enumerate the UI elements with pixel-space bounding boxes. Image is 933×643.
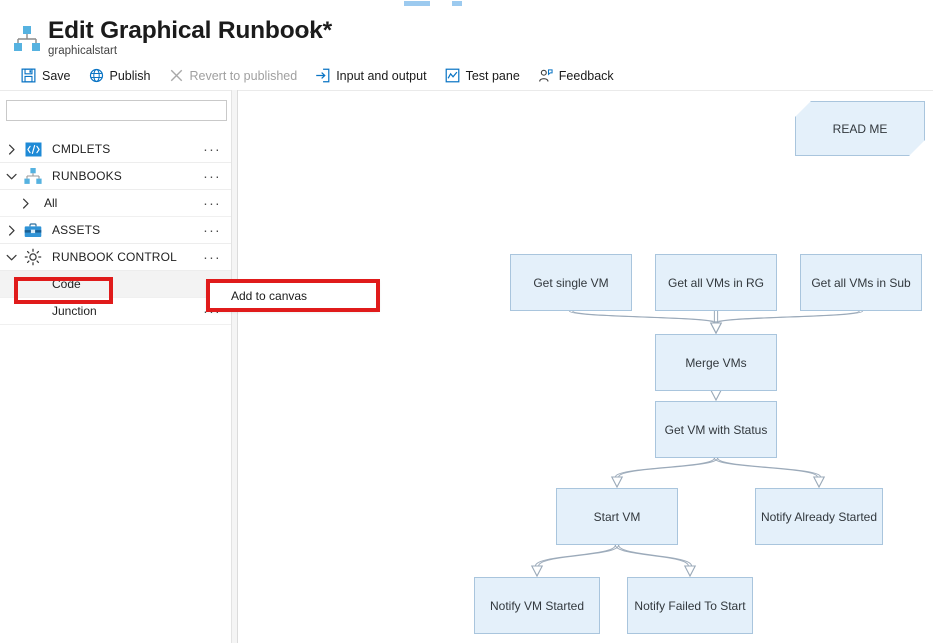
tree-item-assets[interactable]: ASSETS ··· (0, 217, 231, 244)
canvas-node-readme[interactable]: READ ME (795, 101, 925, 156)
page-subtitle: graphicalstart (48, 45, 118, 57)
page-title: Edit Graphical Runbook* (48, 17, 332, 44)
runbook-canvas[interactable]: READ ME Get single VM Get all VMs in RG Get… (238, 90, 933, 643)
header-more-menu[interactable]: ··· (296, 24, 315, 39)
canvas-node-get-all-vms-sub[interactable]: Get all VMs in Sub (800, 254, 922, 311)
canvas-node-label: READ ME (832, 121, 888, 136)
canvas-node-label: Get single VM (533, 275, 609, 290)
tree-item-runbook-control[interactable]: RUNBOOK CONTROL ··· (0, 244, 231, 271)
canvas-node-notify-failed[interactable]: Notify Failed To Start (627, 577, 753, 634)
canvas-node-get-vm-with-status[interactable]: Get VM with Status (655, 401, 777, 458)
canvas-node-label: Notify VM Started (489, 598, 585, 613)
code-brackets-icon (22, 142, 44, 157)
tree-item-more-menu[interactable]: ··· (203, 196, 221, 210)
command-save-button[interactable]: Save (12, 62, 80, 89)
canvas-node-merge-vms[interactable]: Merge VMs (655, 334, 777, 391)
command-button-label: Test pane (465, 68, 520, 83)
chevron-right-icon[interactable] (0, 144, 22, 155)
canvas-node-notify-already[interactable]: Notify Already Started (755, 488, 883, 545)
chevron-down-icon[interactable] (0, 252, 22, 263)
command-button-label: Feedback (558, 68, 614, 83)
tree-item-more-menu[interactable]: ··· (203, 223, 221, 237)
library-tree: CMDLETS ··· RUNBOOKS ··· All ··· ASSETS … (0, 136, 231, 325)
chevron-right-icon[interactable] (14, 198, 36, 209)
hierarchy-icon (22, 168, 44, 184)
tree-item-more-menu[interactable]: ··· (203, 250, 221, 264)
tree-item-junction[interactable]: Junction ··· (0, 298, 231, 325)
globe-icon (89, 68, 104, 83)
canvas-node-label: Get all VMs in RG (667, 275, 765, 290)
command-input-and-output-button[interactable]: Input and output (306, 62, 435, 89)
library-search-input[interactable] (6, 100, 227, 121)
command-bar: Save Publish Revert to published Input an… (0, 62, 933, 89)
command-button-label: Input and output (336, 68, 427, 83)
canvas-node-start-vm[interactable]: Start VM (556, 488, 678, 545)
cropped-top-chrome (0, 0, 933, 8)
canvas-node-label: Notify Failed To Start (634, 598, 746, 613)
tree-item-more-menu[interactable]: ··· (203, 169, 221, 183)
command-test-pane-button[interactable]: Test pane (436, 62, 529, 89)
input-output-icon (315, 68, 330, 83)
tree-item-label: All (44, 196, 58, 210)
tree-item-more-menu[interactable]: ··· (203, 142, 221, 156)
canvas-node-label: Get VM with Status (664, 422, 768, 437)
canvas-node-label: Merge VMs (685, 355, 747, 370)
canvas-node-notify-vm-started[interactable]: Notify VM Started (474, 577, 600, 634)
tree-item-all[interactable]: All ··· (0, 190, 231, 217)
canvas-node-label: Get all VMs in Sub (811, 275, 911, 290)
gear-icon (22, 248, 44, 266)
tree-item-runbooks[interactable]: RUNBOOKS ··· (0, 163, 231, 190)
context-menu[interactable]: Add to canvas (208, 281, 378, 310)
context-menu-item-add-to-canvas[interactable]: Add to canvas (209, 282, 377, 309)
command-button-label: Revert to published (189, 68, 298, 83)
tree-item-label: Code (52, 277, 81, 291)
command-button-label: Publish (109, 68, 151, 83)
canvas-node-get-single-vm[interactable]: Get single VM (510, 254, 632, 311)
canvas-node-label: Start VM (593, 509, 641, 524)
canvas-node-label: Notify Already Started (760, 509, 878, 524)
command-revert-to-published-button: Revert to published (160, 62, 307, 89)
chevron-right-icon[interactable] (0, 225, 22, 236)
command-publish-button[interactable]: Publish (80, 62, 160, 89)
feedback-person-icon (538, 68, 553, 83)
cropped-fragment (404, 1, 430, 6)
test-pane-icon (445, 68, 460, 83)
tree-item-cmdlets[interactable]: CMDLETS ··· (0, 136, 231, 163)
chevron-down-icon[interactable] (0, 171, 22, 182)
canvas-connectors (530, 310, 864, 578)
save-icon (21, 68, 36, 83)
tree-item-code[interactable]: Code (0, 271, 231, 298)
panel-splitter[interactable] (231, 90, 238, 643)
cropped-fragment (452, 1, 462, 6)
runbook-hierarchy-icon (14, 26, 40, 51)
canvas-node-get-all-vms-rg[interactable]: Get all VMs in RG (655, 254, 777, 311)
command-feedback-button[interactable]: Feedback (529, 62, 623, 89)
command-button-label: Save (42, 68, 71, 83)
library-panel: CMDLETS ··· RUNBOOKS ··· All ··· ASSETS … (0, 90, 231, 643)
page-header: Edit Graphical Runbook* ··· graphicalsta… (0, 8, 933, 60)
close-x-icon (169, 68, 184, 83)
briefcase-icon (22, 222, 44, 238)
